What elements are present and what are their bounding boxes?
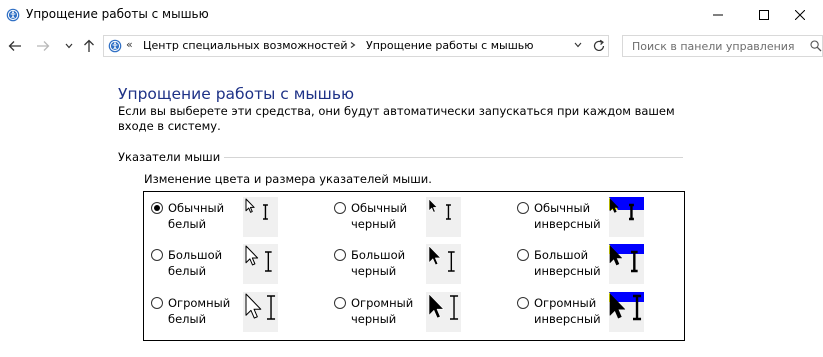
- minimize-icon: [713, 14, 723, 16]
- pointer-scheme-group: Обычный белый Обычный черный Обычный инверсны…: [143, 191, 685, 341]
- radio-button[interactable]: [151, 249, 163, 261]
- pointer-scheme-label-line1: Огромный: [351, 296, 414, 310]
- pointer-preview: [609, 197, 644, 237]
- pointer-scheme-label[interactable]: Огромный черный: [351, 295, 413, 327]
- arrow-up-icon: [84, 39, 94, 52]
- pointer-scheme-label[interactable]: Огромный инверсный: [534, 295, 601, 327]
- pointer-scheme-option[interactable]: Обычный белый: [146, 194, 316, 238]
- breadcrumb-overflow[interactable]: «: [126, 38, 133, 51]
- pointer-scheme-label-line1: Обычный: [168, 201, 225, 215]
- pointer-scheme-label[interactable]: Большой белый: [168, 247, 222, 279]
- navigation-bar: « Центр специальных возможностей Упрощен…: [0, 30, 823, 62]
- radio-button[interactable]: [517, 202, 529, 214]
- pointer-scheme-label-line1: Огромный: [168, 296, 231, 310]
- pointer-scheme-option[interactable]: Обычный инверсный: [512, 194, 682, 238]
- pointer-scheme-label-line1: Большой: [168, 248, 223, 262]
- pointer-scheme-option[interactable]: Обычный черный: [329, 194, 499, 238]
- pointer-scheme-label-line2: белый: [168, 264, 207, 278]
- pointer-scheme-option[interactable]: Огромный белый: [146, 289, 316, 333]
- black-pointer-icon: [428, 198, 451, 220]
- black-pointer-icon: [428, 245, 455, 272]
- radio-button[interactable]: [334, 297, 346, 309]
- pointer-scheme-label-line2: черный: [351, 264, 397, 278]
- pointer-preview: [243, 244, 278, 284]
- pointer-scheme-label-line2: белый: [168, 217, 207, 231]
- address-history-chevron-icon[interactable]: [574, 42, 582, 48]
- inverse-pointer-icon: [609, 197, 644, 221]
- page-description: Если вы выберете эти средства, они будут…: [118, 104, 675, 133]
- pointer-preview: [426, 197, 461, 237]
- arrow-left-icon: [8, 41, 21, 51]
- pointer-scheme-option[interactable]: Большой белый: [146, 241, 316, 285]
- white-pointer-icon: [245, 245, 272, 272]
- pointer-scheme-label-line2: инверсный: [534, 264, 601, 278]
- pointer-scheme-label[interactable]: Большой инверсный: [534, 247, 601, 279]
- search-input[interactable]: [622, 35, 823, 57]
- forward-button[interactable]: [35, 38, 51, 54]
- pointer-scheme-option[interactable]: Большой инверсный: [512, 241, 682, 285]
- pointer-preview: [426, 244, 461, 284]
- title-bar: Упрощение работы с мышью: [0, 0, 823, 30]
- pointer-preview: [243, 292, 278, 332]
- back-button[interactable]: [7, 38, 23, 54]
- pointer-preview: [609, 244, 644, 284]
- pointer-scheme-label-line1: Большой: [534, 248, 589, 262]
- black-pointer-icon: [428, 293, 459, 320]
- pointer-scheme-option[interactable]: Огромный черный: [329, 289, 499, 333]
- close-button[interactable]: [777, 0, 823, 30]
- page-title: Упрощение работы с мышью: [118, 85, 355, 103]
- refresh-icon[interactable]: [592, 39, 606, 53]
- minimize-button[interactable]: [695, 0, 741, 30]
- pointer-scheme-label[interactable]: Обычный инверсный: [534, 200, 601, 232]
- pointer-scheme-label-line1: Огромный: [534, 296, 597, 310]
- pointer-scheme-label-line2: черный: [351, 312, 397, 326]
- pointer-preview: [609, 292, 644, 332]
- window-title: Упрощение работы с мышью: [26, 7, 209, 21]
- inverse-pointer-icon: [609, 292, 644, 321]
- up-button[interactable]: [81, 38, 97, 54]
- arrow-right-icon: [37, 41, 50, 51]
- pointer-scheme-label-line1: Обычный: [534, 201, 591, 215]
- pointer-scheme-option[interactable]: Большой черный: [329, 241, 499, 285]
- section-heading-mouse-pointers: Указатели мыши: [118, 150, 225, 164]
- pointer-scheme-label-line2: черный: [351, 217, 397, 231]
- inverse-pointer-icon: [609, 244, 644, 273]
- radio-button[interactable]: [334, 202, 346, 214]
- chevron-down-icon: [65, 43, 73, 49]
- breadcrumb-current[interactable]: Упрощение работы с мышью: [366, 39, 534, 52]
- address-bar[interactable]: « Центр специальных возможностей Упрощен…: [103, 35, 609, 57]
- pointer-scheme-label[interactable]: Обычный черный: [351, 200, 407, 232]
- pointer-scheme-instruction: Изменение цвета и размера указателей мыш…: [144, 172, 432, 186]
- pointer-scheme-label-line2: белый: [168, 312, 207, 326]
- ease-of-access-icon: [108, 39, 122, 53]
- pointer-scheme-label[interactable]: Обычный белый: [168, 200, 224, 232]
- maximize-icon: [759, 10, 769, 20]
- pointer-scheme-label[interactable]: Огромный белый: [168, 295, 230, 327]
- pointer-scheme-label[interactable]: Большой черный: [351, 247, 405, 279]
- search-icon[interactable]: [810, 40, 822, 52]
- recent-locations-button[interactable]: [61, 38, 77, 54]
- pointer-preview: [243, 197, 278, 237]
- radio-button[interactable]: [151, 202, 163, 214]
- radio-button[interactable]: [334, 249, 346, 261]
- white-pointer-icon: [245, 293, 276, 320]
- pointer-scheme-label-line2: инверсный: [534, 217, 601, 231]
- white-pointer-icon: [245, 198, 268, 220]
- breadcrumb-ease-of-access-center[interactable]: Центр специальных возможностей: [143, 39, 347, 52]
- section-divider: [212, 157, 683, 158]
- pointer-scheme-option[interactable]: Огромный инверсный: [512, 289, 682, 333]
- radio-button[interactable]: [517, 297, 529, 309]
- pointer-scheme-label-line1: Обычный: [351, 201, 408, 215]
- close-icon: [795, 10, 805, 20]
- ease-of-access-icon: [6, 8, 20, 22]
- pointer-preview: [426, 292, 461, 332]
- breadcrumb-separator-icon[interactable]: [349, 42, 357, 48]
- radio-button[interactable]: [517, 249, 529, 261]
- radio-button[interactable]: [151, 297, 163, 309]
- pointer-scheme-label-line1: Большой: [351, 248, 406, 262]
- pointer-scheme-label-line2: инверсный: [534, 312, 601, 326]
